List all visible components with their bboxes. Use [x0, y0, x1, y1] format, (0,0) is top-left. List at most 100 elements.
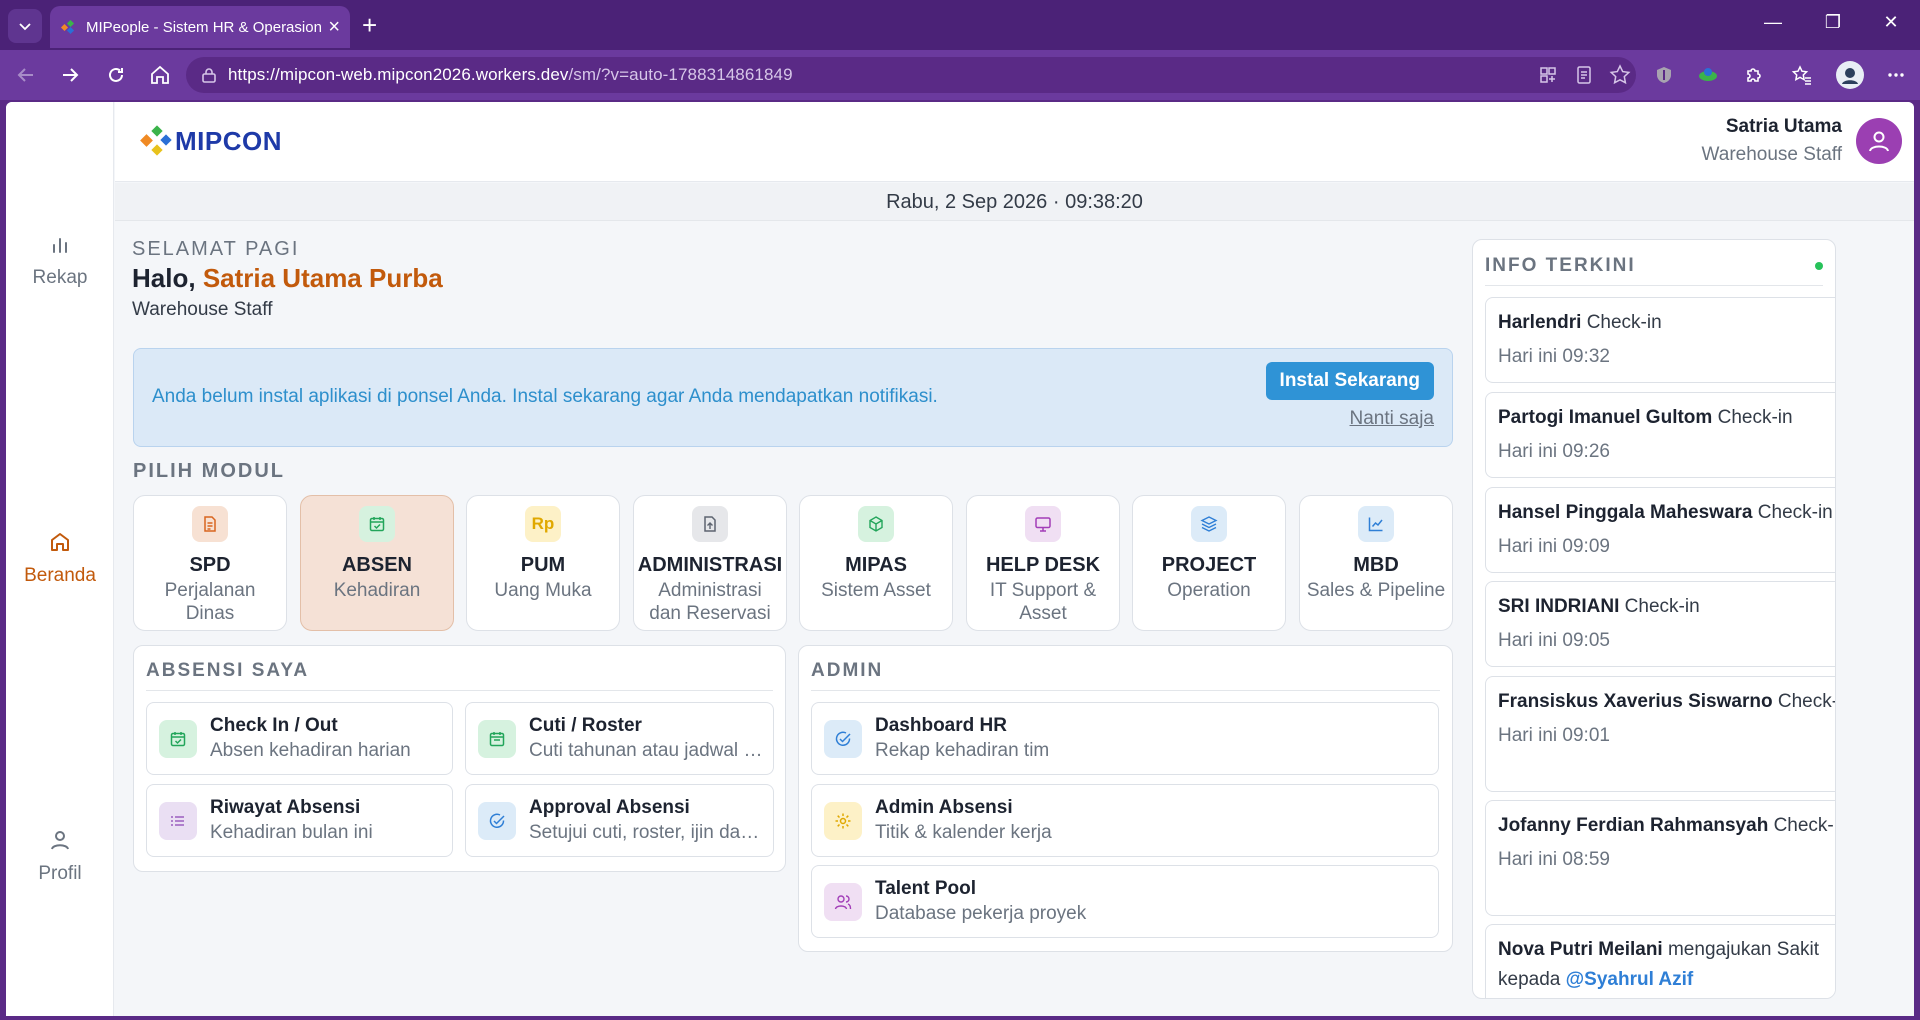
feed-item[interactable]: Fransiskus Xaverius Siswarno Check-in Ha…: [1485, 676, 1835, 792]
mipcon-logo[interactable]: MIPCON: [139, 124, 282, 158]
feed-item[interactable]: Nova Putri Meilani mengajukan Sakit kepa…: [1485, 924, 1835, 998]
admin-absensi-item[interactable]: Admin Absensi Titik & kalender kerja: [811, 784, 1439, 857]
site-info-icon[interactable]: [200, 66, 218, 84]
feed-item-action: Check-in: [1752, 502, 1833, 523]
browser-tab-active[interactable]: MIPeople - Sistem HR & Operasional ×: [50, 6, 350, 48]
feed-item-name: Jofanny Ferdian Rahmansyah: [1498, 815, 1769, 836]
module-card-spd[interactable]: SPD Perjalanan Dinas: [133, 495, 287, 631]
module-card-administrasi[interactable]: ADMINISTRASI Administrasi dan Reservasi: [633, 495, 787, 631]
module-subtitle: Perjalanan Dinas: [164, 580, 256, 624]
greeting-user-name: Satria Utama Purba: [202, 263, 443, 293]
module-card-help-desk[interactable]: HELP DESK IT Support & Asset: [966, 495, 1120, 631]
header-user-role: Warehouse Staff: [1701, 144, 1842, 165]
bar-chart-icon: [53, 238, 67, 253]
module-card-absen[interactable]: ABSEN Kehadiran: [300, 495, 454, 631]
tab-list-button[interactable]: [8, 9, 42, 43]
extensions-puzzle-icon[interactable]: [1742, 63, 1766, 87]
feed-item-name: Fransiskus Xaverius Siswarno: [1498, 691, 1773, 712]
home-icon: [151, 65, 169, 84]
feed-item-name: Partogi Imanuel Gultom: [1498, 407, 1713, 428]
module-subtitle: Kehadiran: [333, 580, 421, 601]
module-title: SPD: [189, 554, 231, 576]
riwayat-absensi-item[interactable]: Riwayat Absensi Kehadiran bulan ini: [146, 784, 453, 857]
rupiah-icon: Rp: [525, 506, 561, 542]
item-subtitle: Database pekerja proyek: [875, 903, 1087, 924]
module-card-mipas[interactable]: MIPAS Sistem Asset: [799, 495, 953, 631]
feed-item[interactable]: Hansel Pinggala Maheswara Check-in Hari …: [1485, 487, 1835, 573]
tab-close-icon[interactable]: ×: [328, 17, 340, 37]
browser-menu-icon[interactable]: [1884, 63, 1908, 87]
item-subtitle: Cuti tahunan atau jadwal roster: [529, 740, 763, 761]
close-window-button[interactable]: ✕: [1868, 12, 1914, 33]
forward-button[interactable]: [56, 61, 84, 89]
item-subtitle: Titik & kalender kerja: [875, 822, 1052, 843]
feed-item[interactable]: SRI INDRIANI Check-in Hari ini 09:05: [1485, 581, 1835, 667]
check-in-out-item[interactable]: Check In / Out Absen kehadiran harian: [146, 702, 453, 775]
current-datetime: Rabu, 2 Sep 2026 · 09:38:20: [115, 183, 1914, 221]
approval-absensi-item[interactable]: Approval Absensi Setujui cuti, roster, i…: [465, 784, 774, 857]
favorites-icon[interactable]: [1790, 63, 1814, 87]
item-subtitle: Setujui cuti, roster, ijin dan sakit: [529, 822, 763, 843]
module-title: MBD: [1353, 554, 1399, 576]
page-viewport: Rekap Beranda Profil MIPCON Satria Utama…: [6, 102, 1914, 1016]
module-card-project[interactable]: PROJECT Operation: [1132, 495, 1286, 631]
feed-item-time: Hari ini 09:26: [1498, 441, 1610, 462]
refresh-icon: [109, 67, 123, 82]
feed-item-action: Check-in: [1773, 815, 1835, 836]
new-tab-button[interactable]: +: [362, 12, 377, 38]
cuti-roster-item[interactable]: Cuti / Roster Cuti tahunan atau jadwal r…: [465, 702, 774, 775]
dashboard-hr-item[interactable]: Dashboard HR Rekap kehadiran tim: [811, 702, 1439, 775]
back-button[interactable]: [12, 61, 40, 89]
item-subtitle: Absen kehadiran harian: [210, 740, 411, 761]
live-status-dot: [1815, 262, 1823, 270]
module-title: PROJECT: [1161, 554, 1257, 576]
nav-profil[interactable]: Profil: [6, 828, 114, 885]
home-icon: [51, 533, 69, 551]
module-card-pum[interactable]: Rp PUM Uang Muka: [466, 495, 620, 631]
user-icon: [51, 831, 69, 850]
feed-item-mention[interactable]: @Syahrul Azif: [1566, 969, 1694, 990]
side-navigation: Rekap Beranda Profil: [6, 102, 114, 1016]
item-title: Talent Pool: [875, 878, 976, 899]
browser-profile-avatar[interactable]: [1836, 61, 1864, 89]
address-bar[interactable]: https://mipcon-web.mipcon2026.workers.de…: [186, 57, 1636, 93]
mipcon-logo-icon: [140, 125, 172, 156]
item-title: Approval Absensi: [529, 797, 690, 818]
refresh-button[interactable]: [102, 61, 130, 89]
feed-item-time: Hari ini 09:32: [1498, 346, 1610, 367]
item-title: Dashboard HR: [875, 715, 1007, 736]
feed-item-time: Hari ini 09:09: [1498, 536, 1610, 557]
module-grid: SPD Perjalanan Dinas ABSEN Kehadiran Rp …: [133, 495, 1453, 631]
home-button[interactable]: [146, 61, 174, 89]
arrow-right-icon: [63, 68, 79, 82]
feed-item-name: Nova Putri Meilani: [1498, 939, 1663, 960]
module-card-mbd[interactable]: MBD Sales & Pipeline: [1299, 495, 1453, 631]
nav-profil-label: Profil: [38, 863, 82, 884]
item-title: Cuti / Roster: [529, 715, 642, 736]
user-icon: [1869, 131, 1889, 152]
nav-beranda[interactable]: Beranda: [6, 530, 114, 587]
feed-item[interactable]: Partogi Imanuel Gultom Check-in Hari ini…: [1485, 392, 1835, 478]
item-subtitle: Rekap kehadiran tim: [875, 740, 1050, 761]
later-link[interactable]: Nanti saja: [1350, 408, 1435, 430]
restore-button[interactable]: ❐: [1810, 12, 1856, 33]
feed-item[interactable]: Jofanny Ferdian Rahmansyah Check-in Hari…: [1485, 800, 1835, 916]
feed-item-time: Hari ini 08:59: [1498, 849, 1610, 870]
install-now-button[interactable]: Instal Sekarang: [1265, 362, 1434, 400]
tab-title: MIPeople - Sistem HR & Operasional: [86, 18, 323, 36]
module-title: MIPAS: [845, 554, 907, 576]
favorite-star-icon[interactable]: [1608, 63, 1632, 87]
feed-item[interactable]: Harlendri Check-in Hari ini 09:32: [1485, 297, 1835, 383]
install-banner-text: Anda belum instal aplikasi di ponsel And…: [152, 386, 938, 407]
minimize-button[interactable]: —: [1750, 12, 1796, 33]
absensi-saya-panel: ABSENSI SAYA Check In / Out Absen kehadi…: [133, 645, 786, 872]
modules-section-title: PILIH MODUL: [133, 460, 285, 482]
app-available-icon[interactable]: [1536, 63, 1560, 87]
feed-item-name: SRI INDRIANI: [1498, 596, 1620, 617]
vpn-extension-icon[interactable]: [1696, 63, 1720, 87]
user-avatar[interactable]: [1856, 118, 1902, 164]
nav-rekap[interactable]: Rekap: [6, 234, 114, 289]
shield-extension-icon[interactable]: [1652, 63, 1676, 87]
reader-mode-icon[interactable]: [1572, 63, 1596, 87]
talent-pool-item[interactable]: Talent Pool Database pekerja proyek: [811, 865, 1439, 938]
